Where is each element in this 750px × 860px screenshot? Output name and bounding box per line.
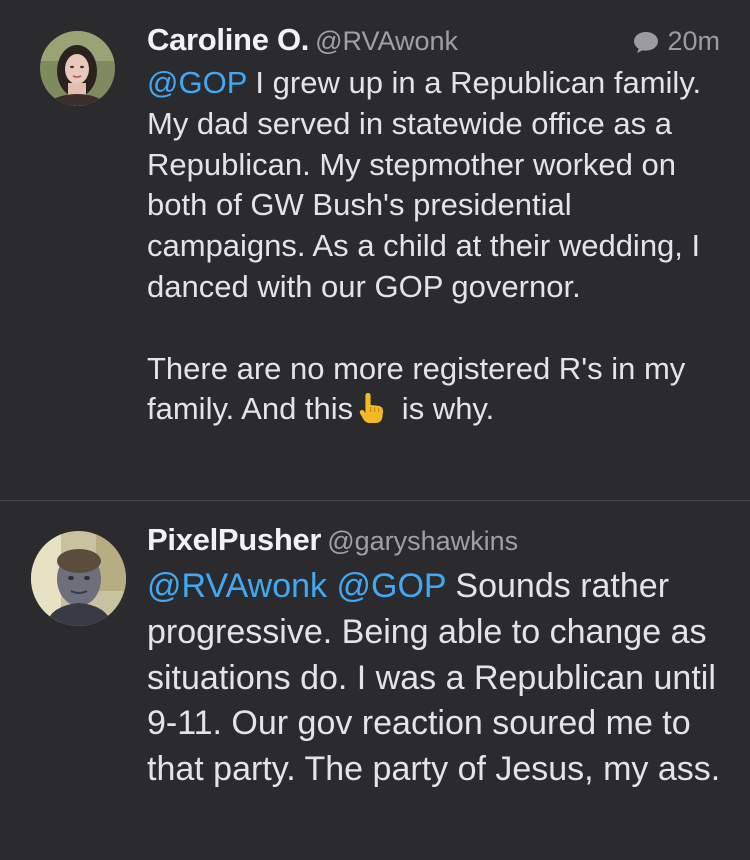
tweet-header: Caroline O. @RVAwonk 20m	[147, 22, 720, 62]
avatar-image	[40, 31, 115, 106]
handle[interactable]: @RVAwonk	[315, 26, 458, 56]
tweet-meta: 20m	[633, 26, 720, 57]
avatar[interactable]	[31, 531, 126, 626]
tweet-paragraph: @RVAwonk @GOP Sounds rather progressive.…	[147, 564, 730, 793]
mention-link[interactable]: @GOP	[337, 567, 446, 605]
tweet-text: @RVAwonk @GOP Sounds rather progressive.…	[147, 564, 730, 793]
tweet-card[interactable]: Caroline O. @RVAwonk 20m @GOP I grew up i…	[0, 0, 750, 500]
pointing-up-emoji	[359, 393, 384, 424]
avatar-image	[31, 531, 126, 626]
mention-link[interactable]: @RVAwonk	[147, 567, 327, 605]
avatar[interactable]	[40, 31, 115, 106]
timestamp: 20m	[667, 26, 720, 56]
display-name[interactable]: PixelPusher	[147, 522, 321, 557]
reply-bubble-icon	[634, 31, 659, 53]
tweet-header: PixelPusher @garyshawkins	[147, 522, 720, 562]
tweet-text-segment: is why.	[393, 391, 495, 427]
tweet-text-segment: I grew up in a Republican family. My dad…	[147, 65, 702, 304]
mention-link[interactable]: @GOP	[147, 65, 247, 100]
handle[interactable]: @garyshawkins	[327, 526, 518, 556]
display-name[interactable]: Caroline O.	[147, 22, 309, 57]
tweet-text: @GOP I grew up in a Republican family. M…	[147, 63, 730, 430]
tweet-paragraph: There are no more registered R's in my f…	[147, 349, 730, 431]
tweet-paragraph: @GOP I grew up in a Republican family. M…	[147, 63, 730, 308]
